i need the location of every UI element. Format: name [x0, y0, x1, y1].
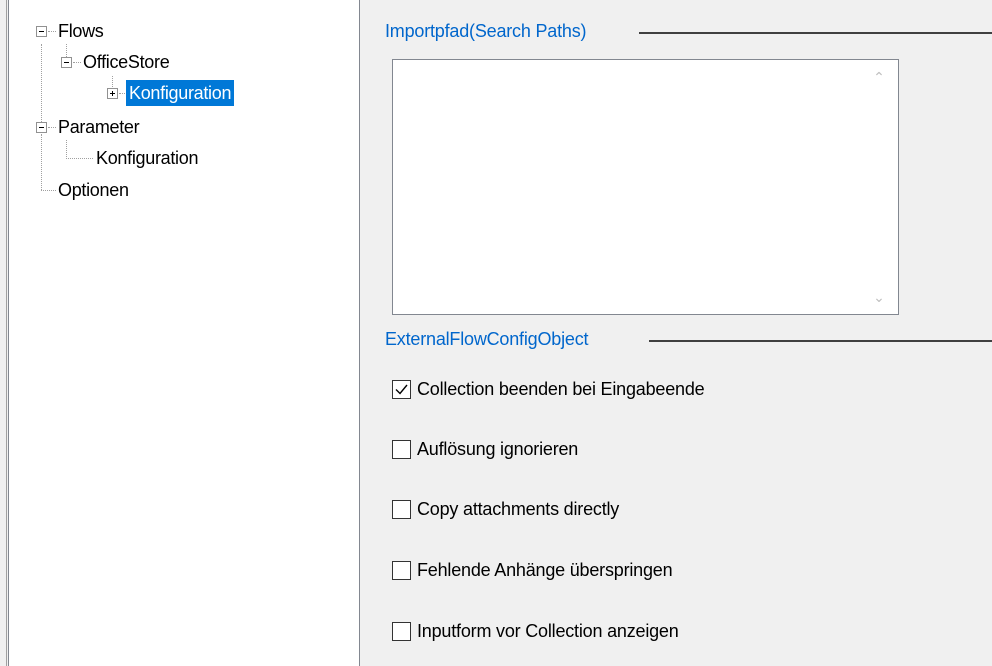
tree-item-officestore[interactable]: OfficeStore — [80, 49, 172, 75]
collapse-officestore-icon[interactable] — [61, 57, 72, 68]
tree-connector — [66, 158, 93, 159]
group-divider — [639, 32, 992, 34]
scroll-down-icon[interactable]: ⌄ — [872, 290, 886, 304]
checkbox-checked-icon[interactable] — [392, 379, 411, 399]
option-label: Inputform vor Collection anzeigen — [417, 620, 679, 641]
tree-connector — [66, 140, 67, 159]
option-label: Auflösung ignorieren — [417, 438, 579, 459]
option-fehlende-anhaenge[interactable]: Fehlende Anhänge überspringen — [392, 557, 673, 583]
checkbox-unchecked-icon[interactable] — [392, 621, 411, 641]
collapse-parameter-icon[interactable] — [36, 122, 47, 133]
expand-konfiguration-icon[interactable] — [107, 88, 118, 99]
checkbox-unchecked-icon[interactable] — [392, 499, 411, 519]
tree-connector — [41, 44, 42, 126]
tree-connector — [112, 76, 113, 87]
checkbox-unchecked-icon[interactable] — [392, 560, 411, 580]
option-label: Collection beenden bei Eingabeende — [417, 378, 705, 399]
checkbox-unchecked-icon[interactable] — [392, 439, 411, 459]
search-paths-title: Importpfad(Search Paths) — [385, 21, 593, 42]
settings-panel: Importpfad(Search Paths) ⌃ ⌄ ExternalFlo… — [369, 0, 992, 666]
option-collection-beenden[interactable]: Collection beenden bei Eingabeende — [392, 376, 705, 402]
tree-connector — [41, 134, 42, 190]
tree-view[interactable]: Flows OfficeStore Konfiguration Paramete… — [8, 0, 360, 666]
tree-connector — [119, 93, 125, 94]
tree-item-konfiguration-flow[interactable]: Konfiguration — [126, 80, 235, 106]
collapse-flows-icon[interactable] — [36, 26, 47, 37]
option-copy-attachments[interactable]: Copy attachments directly — [392, 496, 619, 522]
option-inputform-anzeigen[interactable]: Inputform vor Collection anzeigen — [392, 618, 679, 644]
window-border — [0, 0, 7, 666]
tree-item-konfiguration-param[interactable]: Konfiguration — [93, 145, 201, 171]
option-aufloesung-ignorieren[interactable]: Auflösung ignorieren — [392, 436, 578, 462]
splitter[interactable] — [360, 0, 369, 666]
search-paths-list[interactable]: ⌃ ⌄ — [392, 59, 899, 315]
group-divider — [649, 340, 992, 342]
tree-connector — [41, 190, 56, 191]
option-label: Copy attachments directly — [417, 498, 620, 519]
option-label: Fehlende Anhänge überspringen — [417, 559, 673, 580]
tree-item-parameter[interactable]: Parameter — [55, 114, 142, 140]
tree-item-optionen[interactable]: Optionen — [55, 177, 132, 203]
scroll-up-icon[interactable]: ⌃ — [872, 70, 886, 84]
external-config-title: ExternalFlowConfigObject — [385, 329, 595, 350]
tree-item-flows[interactable]: Flows — [55, 18, 107, 44]
